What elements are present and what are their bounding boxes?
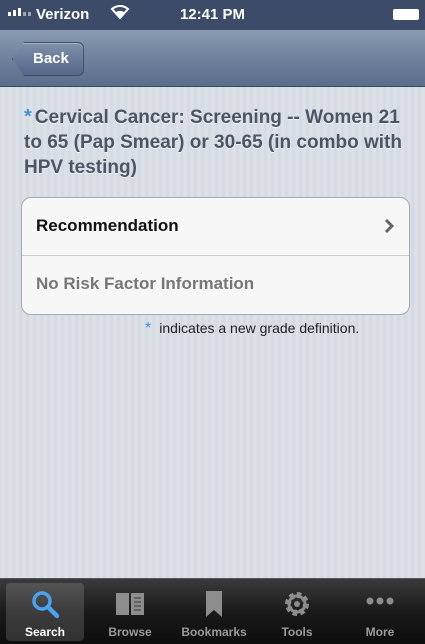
page-title: * Cervical Cancer: Screening -- Women 21 … bbox=[24, 105, 409, 180]
legend-note-text: indicates a new grade definition. bbox=[159, 320, 360, 336]
tab-tools-label: Tools bbox=[281, 625, 313, 639]
recommendation-label: Recommendation bbox=[36, 216, 179, 235]
tab-browse[interactable]: Browse bbox=[91, 583, 169, 641]
tab-bookmarks[interactable]: Bookmarks bbox=[175, 583, 253, 641]
tab-search-label: Search bbox=[24, 625, 66, 639]
navigation-bar: Back bbox=[0, 30, 425, 87]
chevron-right-icon bbox=[384, 218, 395, 234]
legend-note: * indicates a new grade definition. bbox=[145, 320, 359, 338]
new-grade-star-icon: * bbox=[24, 106, 32, 128]
status-bar: Verizon 12:41 PM bbox=[0, 0, 425, 30]
recommendation-row[interactable]: Recommendation bbox=[22, 198, 409, 256]
tab-more-label: More bbox=[365, 625, 395, 639]
main-content: * Cervical Cancer: Screening -- Women 21 … bbox=[0, 87, 425, 578]
bookmark-icon bbox=[206, 591, 222, 617]
gear-icon bbox=[285, 592, 309, 616]
search-icon bbox=[32, 591, 60, 619]
legend-star-icon: * bbox=[145, 320, 152, 337]
tab-bookmarks-label: Bookmarks bbox=[181, 625, 247, 639]
tab-tools[interactable]: Tools bbox=[258, 583, 336, 641]
back-button[interactable]: Back bbox=[12, 42, 84, 76]
book-icon bbox=[116, 593, 144, 615]
tab-browse-label: Browse bbox=[108, 625, 152, 639]
tab-bar: Search Browse Bookmarks Tools More bbox=[0, 578, 425, 644]
tab-search[interactable]: Search bbox=[6, 583, 84, 641]
risk-factor-row: No Risk Factor Information bbox=[22, 256, 409, 313]
title-text: Cervical Cancer: Screening -- Women 21 t… bbox=[24, 107, 402, 178]
tab-more[interactable]: More bbox=[341, 583, 419, 641]
status-time: 12:41 PM bbox=[179, 6, 246, 23]
battery-icon bbox=[393, 9, 419, 20]
risk-factor-label: No Risk Factor Information bbox=[36, 274, 255, 293]
more-icon bbox=[366, 597, 394, 605]
detail-card: Recommendation No Risk Factor Informatio… bbox=[21, 197, 410, 315]
